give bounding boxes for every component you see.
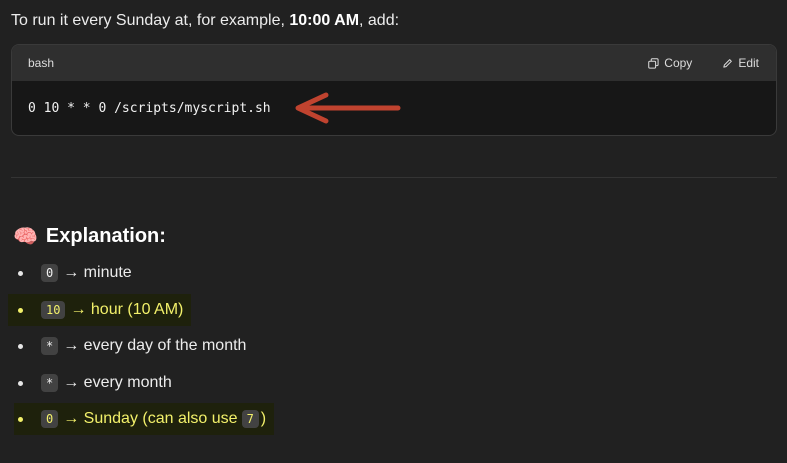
explanation-title: Explanation:	[45, 225, 166, 247]
explanation-heading: 🧠 Explanation:	[13, 224, 166, 249]
item-text: → every month	[63, 374, 172, 391]
item-text: → every day of the month	[63, 337, 247, 354]
copy-label: Copy	[664, 56, 693, 70]
intro-text: To run it every Sunday at, for example, …	[11, 12, 399, 30]
section-divider	[11, 177, 777, 178]
code-body: 0 10 * * 0 /scripts/myscript.sh	[12, 81, 776, 135]
bullet	[18, 343, 23, 349]
copy-button[interactable]: Copy	[648, 56, 692, 70]
bullet	[18, 380, 23, 386]
code-header: bash Copy Edit	[12, 45, 776, 81]
inline-code: 7	[241, 410, 259, 428]
inline-code: *	[41, 374, 59, 392]
red-arrow-annotation	[295, 92, 401, 124]
inline-code: *	[41, 337, 59, 355]
list-item-highlighted: 10 → hour (10 AM)	[8, 294, 192, 326]
bullet	[18, 307, 23, 313]
item-text-end: )	[260, 410, 267, 427]
brain-icon: 🧠	[13, 226, 38, 248]
list-item-highlighted: 0 → Sunday (can also use 7 )	[14, 403, 275, 435]
edit-label: Edit	[738, 56, 759, 70]
item-text: → Sunday (can also use	[63, 410, 238, 427]
bullet	[18, 416, 23, 422]
inline-code: 10	[41, 301, 66, 319]
pencil-icon	[723, 58, 733, 68]
code-block: bash Copy Edit 0 10 * * 0 /scripts/myscr…	[11, 44, 777, 136]
cron-code: 0 10 * * 0 /scripts/myscript.sh	[28, 100, 271, 116]
list-item: * → every day of the month	[18, 330, 246, 362]
copy-icon	[648, 57, 659, 69]
item-text: → hour (10 AM)	[70, 301, 184, 318]
code-language: bash	[28, 56, 55, 70]
intro-prefix: To run it every Sunday at, for example,	[11, 12, 290, 29]
inline-code: 0	[41, 410, 59, 428]
edit-button[interactable]: Edit	[722, 56, 759, 70]
list-item: 0 → minute	[18, 257, 132, 289]
chat-page: To run it every Sunday at, for example, …	[0, 0, 787, 463]
inline-code: 0	[41, 264, 59, 282]
intro-time: 10:00 AM	[289, 12, 360, 29]
code-actions: Copy Edit	[648, 56, 759, 70]
item-text: → minute	[63, 264, 132, 281]
bullet	[18, 270, 23, 276]
list-item: * → every month	[18, 367, 172, 399]
intro-suffix: , add:	[359, 12, 400, 29]
